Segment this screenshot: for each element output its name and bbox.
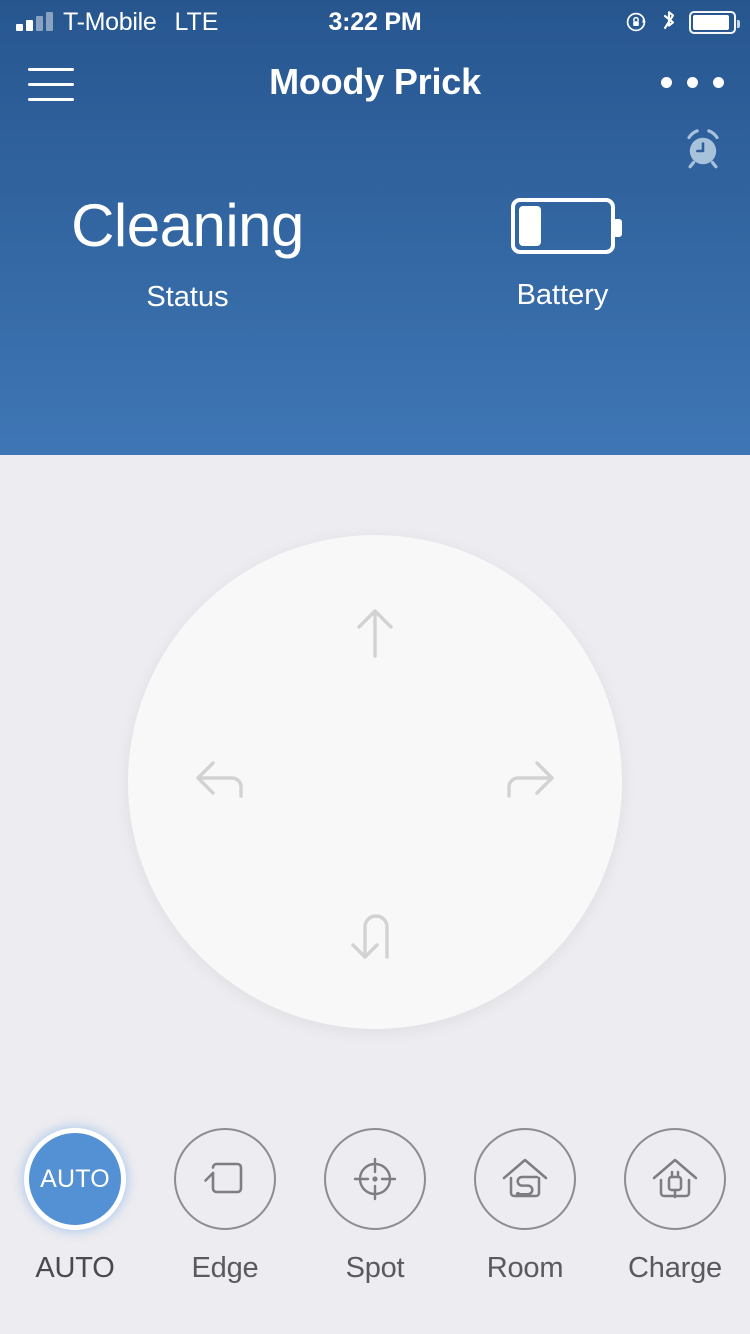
edge-clean-icon xyxy=(204,1162,243,1194)
mode-button-charge[interactable]: Charge xyxy=(600,1128,750,1318)
mode-button-room[interactable]: Room xyxy=(450,1128,600,1318)
mode-button-edge[interactable]: Edge xyxy=(150,1128,300,1318)
status-block: Cleaning Status xyxy=(0,190,375,314)
battery-icon xyxy=(510,198,622,254)
rotation-lock-icon xyxy=(626,12,646,32)
page-title: Moody Prick xyxy=(269,61,481,102)
dpad-forward-button[interactable] xyxy=(320,577,430,687)
header-panel: T-Mobile LTE 3:22 PM Moody Prick Cleanin… xyxy=(0,0,750,455)
dpad-turn-right-button[interactable] xyxy=(475,727,585,837)
alarm-clock-icon[interactable] xyxy=(678,124,728,174)
status-bar-right xyxy=(625,9,740,35)
more-options-icon[interactable] xyxy=(661,77,724,88)
mode-button-spot[interactable]: Spot xyxy=(300,1128,450,1318)
hero-summary: Cleaning Status Battery xyxy=(0,190,750,340)
mode-label-auto: AUTO xyxy=(35,1252,115,1284)
turn-right-icon xyxy=(507,761,554,798)
mode-label-charge: Charge xyxy=(628,1252,722,1284)
spot-clean-icon xyxy=(353,1157,397,1201)
battery-block: Battery xyxy=(375,190,750,312)
auto-mode-badge-text: AUTO xyxy=(40,1164,110,1193)
dpad-turn-left-button[interactable] xyxy=(165,727,275,837)
u-turn-icon xyxy=(351,914,389,959)
mode-button-bar: AUTO AUTO Edge Spot Room Charge xyxy=(0,1128,750,1318)
control-area: AUTO AUTO Edge Spot Room Charge xyxy=(0,455,750,1334)
room-clean-icon xyxy=(502,1158,548,1198)
mode-label-spot: Spot xyxy=(345,1252,405,1284)
status-caption: Status xyxy=(146,281,229,313)
auto-mode-icon: AUTO xyxy=(24,1128,126,1230)
system-status-bar: T-Mobile LTE 3:22 PM xyxy=(0,0,750,44)
bluetooth-icon xyxy=(663,11,675,30)
mode-button-auto[interactable]: AUTO AUTO xyxy=(0,1128,150,1318)
mode-label-room: Room xyxy=(486,1252,564,1284)
navigation-bar: Moody Prick xyxy=(0,44,750,126)
turn-left-icon xyxy=(196,761,243,798)
battery-caption: Battery xyxy=(516,279,609,311)
direction-pad[interactable] xyxy=(128,535,622,1029)
charge-dock-icon xyxy=(652,1158,698,1199)
status-bar-battery-icon xyxy=(689,10,740,34)
mode-label-edge: Edge xyxy=(191,1252,259,1284)
dpad-u-turn-button[interactable] xyxy=(320,882,430,992)
app-screen: T-Mobile LTE 3:22 PM Moody Prick Cleanin… xyxy=(0,0,750,1334)
arrow-up-icon xyxy=(357,609,393,658)
status-value: Cleaning xyxy=(71,192,304,259)
